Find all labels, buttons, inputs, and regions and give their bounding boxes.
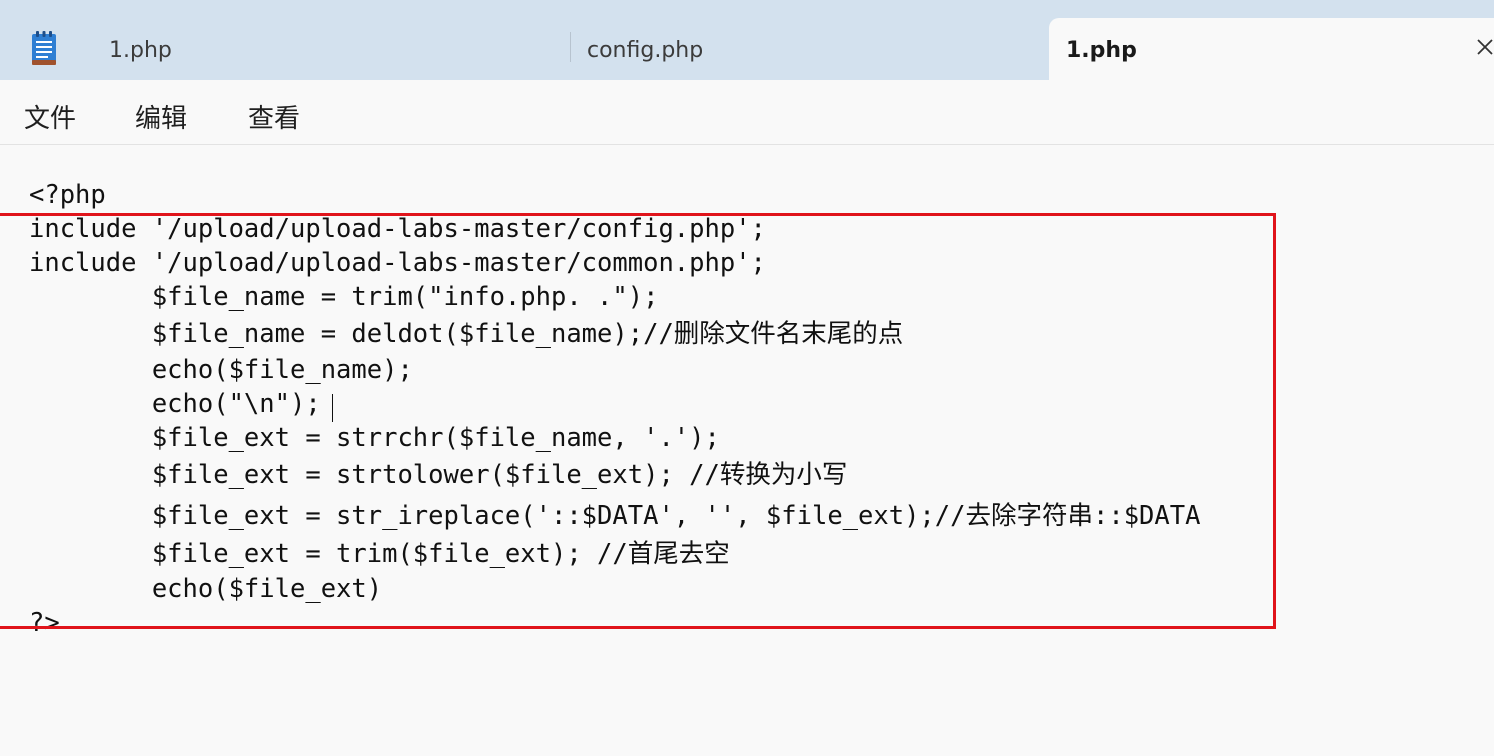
- notepad-icon: [32, 31, 56, 65]
- tab-1-php[interactable]: 1.php: [80, 18, 570, 80]
- menu-view[interactable]: 查看: [248, 98, 300, 135]
- menu-bar: 文件 编辑 查看: [0, 80, 1494, 145]
- tab-separator: [570, 32, 571, 62]
- menu-file[interactable]: 文件: [24, 98, 76, 135]
- red-highlight-box: [0, 213, 1276, 629]
- tab-label: 1.php: [1066, 38, 1137, 63]
- notepad-window: 1.php config.php 1.php 文件 编辑 查看 <?php in…: [0, 0, 1494, 756]
- tab-config-php[interactable]: config.php: [572, 18, 1042, 80]
- tab-strip: 1.php config.php 1.php: [0, 0, 1494, 80]
- code-line: <?php: [29, 180, 106, 210]
- tab-label: config.php: [587, 38, 704, 63]
- tab-active-1-php[interactable]: 1.php: [1049, 18, 1494, 80]
- text-editor[interactable]: <?php include '/upload/upload-labs-maste…: [0, 145, 1494, 756]
- close-icon[interactable]: [1474, 36, 1494, 58]
- tab-label: 1.php: [109, 38, 172, 63]
- menu-edit[interactable]: 编辑: [135, 98, 187, 135]
